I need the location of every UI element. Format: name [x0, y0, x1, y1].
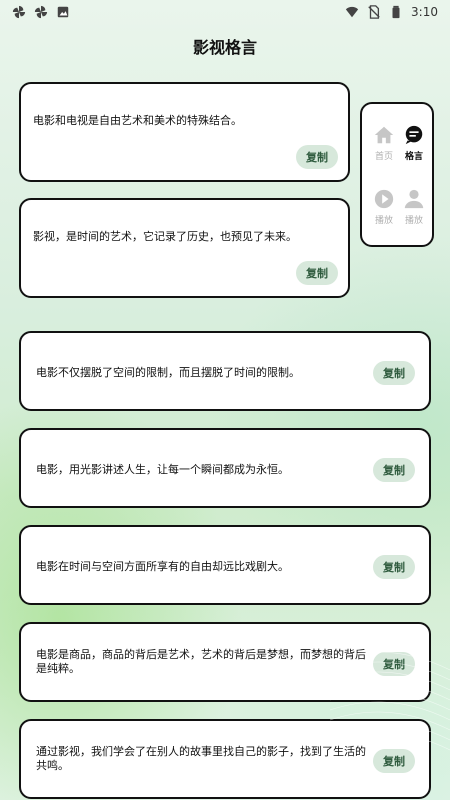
quote-card: 电影，用光影讲述人生，让每一个瞬间都成为永恒。 复制 — [19, 428, 431, 508]
copy-button[interactable]: 复制 — [296, 145, 338, 169]
copy-button[interactable]: 复制 — [296, 261, 338, 285]
nav-label-home: 首页 — [374, 152, 393, 162]
nav-item-profile[interactable]: 播放 — [396, 188, 432, 238]
copy-button[interactable]: 复制 — [373, 458, 415, 482]
quote-text: 电影不仅摆脱了空间的限制，而且摆脱了时间的限制。 — [36, 366, 300, 379]
chat-icon — [405, 125, 423, 145]
quote-card: 电影在时间与空间方面所享有的自由却远比戏剧大。 复制 — [19, 525, 431, 605]
nav-label-play: 播放 — [374, 216, 393, 226]
home-icon — [374, 126, 394, 144]
nav-panel: 首页 格言 播放 播放 — [360, 102, 434, 247]
image-icon — [57, 6, 69, 18]
quote-text: 电影和电视是自由艺术和美术的特殊结合。 — [33, 114, 242, 127]
quote-text: 影视，是时间的艺术，它记录了历史，也预见了未来。 — [33, 230, 297, 243]
pinwheel-icon — [34, 5, 48, 19]
quote-text: 电影，用光影讲述人生，让每一个瞬间都成为永恒。 — [36, 463, 289, 476]
decorative-lines — [330, 651, 450, 751]
status-left — [12, 5, 70, 19]
copy-button[interactable]: 复制 — [373, 361, 415, 385]
quote-card: 电影不仅摆脱了空间的限制，而且摆脱了时间的限制。 复制 — [19, 331, 431, 411]
status-right: 3:10 — [345, 5, 438, 19]
wifi-icon — [345, 6, 359, 18]
no-sim-icon — [368, 5, 380, 19]
person-icon — [404, 189, 424, 209]
nav-item-quotes[interactable]: 格言 — [396, 124, 432, 174]
quote-text: 电影在时间与空间方面所享有的自由却远比戏剧大。 — [36, 560, 289, 573]
status-time: 3:10 — [411, 5, 438, 19]
quote-text: 电影是商品，商品的背后是艺术，艺术的背后是梦想，而梦想的背后是纯粹。 — [36, 648, 366, 675]
play-icon — [374, 189, 394, 209]
quote-text: 通过影视，我们学会了在别人的故事里找自己的影子，找到了生活的共鸣。 — [36, 745, 366, 772]
copy-button[interactable]: 复制 — [373, 555, 415, 579]
battery-icon — [392, 5, 400, 19]
status-bar: 3:10 — [0, 0, 450, 24]
quote-card: 电影和电视是自由艺术和美术的特殊结合。 复制 — [19, 82, 350, 182]
pinwheel-icon — [12, 5, 26, 19]
nav-label-quotes: 格言 — [404, 152, 423, 162]
page-title: 影视格言 — [192, 38, 257, 57]
nav-label-profile: 播放 — [404, 216, 423, 226]
quote-card: 影视，是时间的艺术，它记录了历史，也预见了未来。 复制 — [19, 198, 350, 298]
